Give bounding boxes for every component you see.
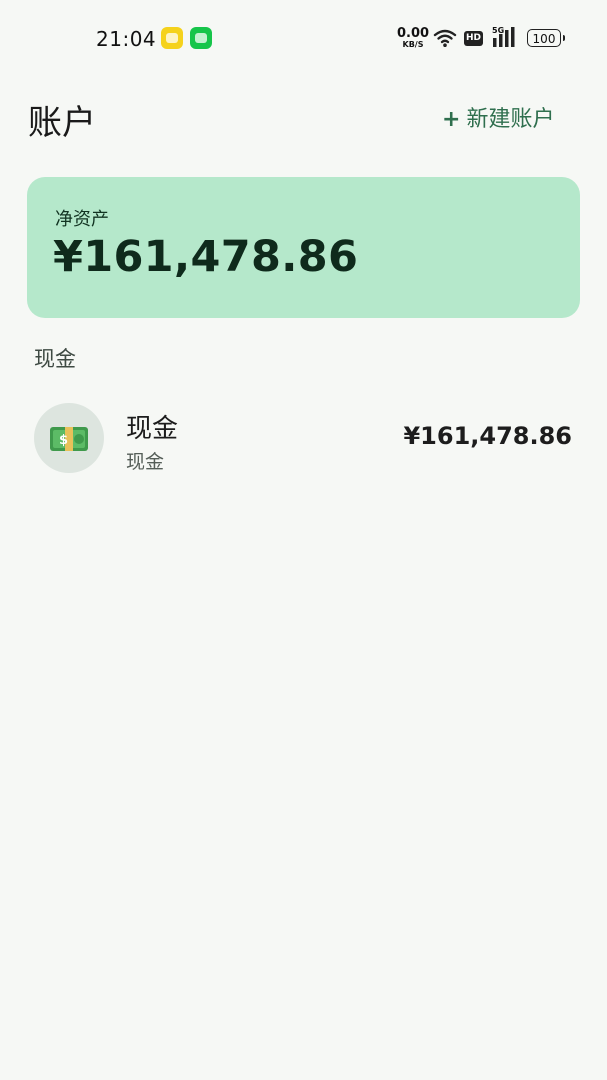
account-avatar: $: [34, 403, 104, 473]
signal-icon: [493, 27, 519, 52]
status-bar: 21:04 0.00 KB/S HD 5G 100: [0, 0, 607, 78]
app-notification-icon-yellow: [161, 27, 183, 49]
wifi-icon: [433, 28, 457, 52]
account-row-cash[interactable]: $ 现金 现金 ¥161,478.86: [0, 395, 607, 481]
net-worth-label: 净资产: [55, 209, 109, 230]
hd-badge: HD: [464, 31, 483, 46]
money-icon: $: [50, 427, 88, 451]
plus-icon: +: [442, 107, 461, 132]
new-account-button[interactable]: + 新建账户: [442, 101, 554, 133]
account-balance: ¥161,478.86: [403, 422, 572, 450]
network-speed-unit: KB/S: [402, 40, 424, 49]
app-notification-icon-green: [190, 27, 212, 49]
network-speed: 0.00 KB/S: [397, 27, 429, 49]
page-title: 账户: [28, 103, 96, 143]
battery-level: 100: [532, 32, 556, 46]
network-speed-value: 0.00: [397, 26, 430, 41]
net-worth-card[interactable]: 净资产 ¥161,478.86: [27, 177, 580, 318]
status-time: 21:04: [96, 27, 157, 51]
section-title-cash: 现金: [34, 347, 76, 371]
account-type: 现金: [126, 451, 165, 473]
svg-text:$: $: [59, 433, 68, 448]
new-account-label: 新建账户: [466, 107, 555, 132]
battery-icon: 100: [527, 29, 565, 47]
net-worth-value: ¥161,478.86: [53, 232, 359, 282]
account-name: 现金: [126, 414, 179, 444]
